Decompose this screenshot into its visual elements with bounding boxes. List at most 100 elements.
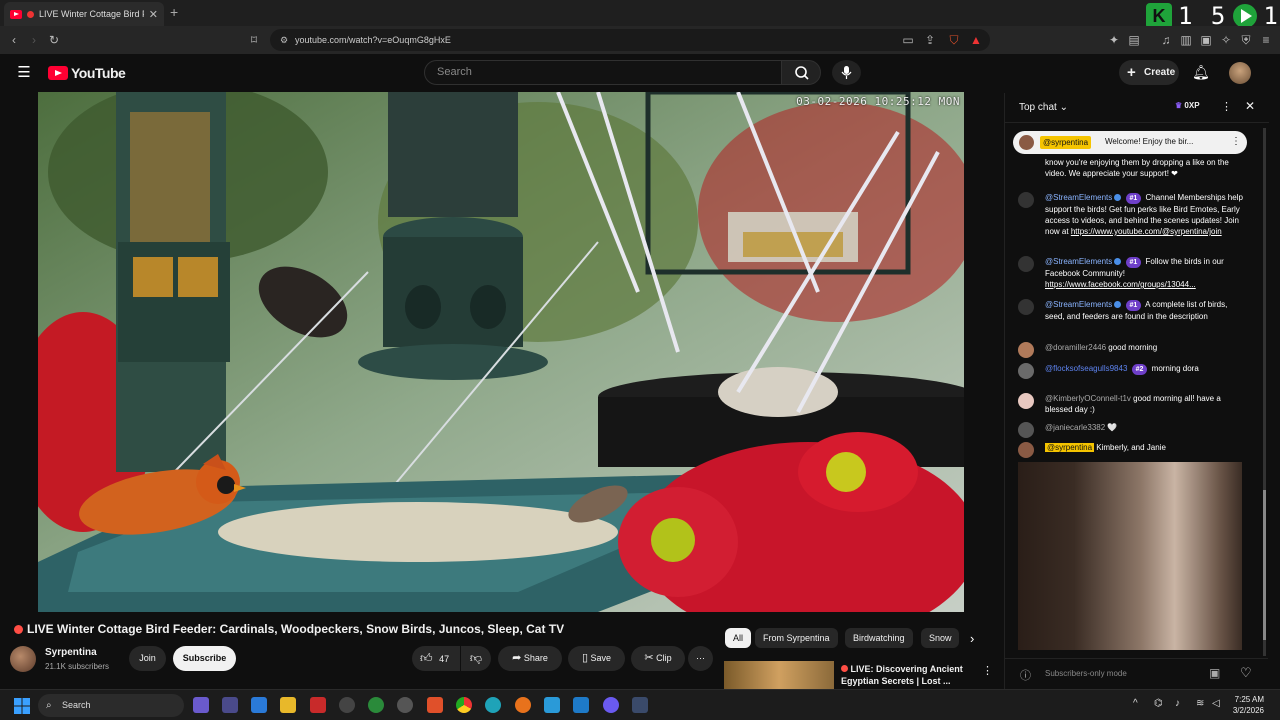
chrome-icon[interactable]: [456, 697, 472, 713]
site-info-icon[interactable]: ⚙: [276, 32, 292, 48]
share-button[interactable]: ➦ Share: [498, 646, 562, 671]
chat-author[interactable]: @janiecarle3382: [1045, 423, 1105, 432]
sidebar-toggle-icon[interactable]: ▤: [1126, 32, 1142, 48]
media-icon[interactable]: ♫: [1158, 32, 1174, 48]
taskbar-app-icon[interactable]: [397, 697, 413, 713]
bookmark-icon[interactable]: ⌑: [246, 32, 262, 48]
chip-from-syrpentina[interactable]: From Syrpentina: [755, 628, 838, 648]
more-actions-button[interactable]: ⋯: [688, 646, 713, 671]
taskbar-search[interactable]: ⌕ Search: [38, 694, 184, 717]
forward-icon[interactable]: ›: [26, 32, 42, 48]
chat-author[interactable]: @StreamElements: [1045, 257, 1112, 266]
recommended-menu-icon[interactable]: ⋮: [982, 664, 993, 677]
chat-link[interactable]: https://www.facebook.com/groups/13044...: [1045, 280, 1196, 289]
chat-message: @flocksofseagulls9843 #2 morning dora: [1018, 363, 1248, 379]
browser-menu-icon[interactable]: ≡: [1258, 32, 1274, 48]
create-label: Create: [1144, 67, 1176, 78]
chat-author[interactable]: @doramiller2446: [1045, 343, 1106, 352]
taskbar-app-icon[interactable]: [544, 697, 560, 713]
back-icon[interactable]: ‹: [6, 32, 22, 48]
discord-icon[interactable]: [603, 697, 619, 713]
chat-menu-icon[interactable]: ⋮: [1221, 100, 1232, 113]
wallet-icon[interactable]: ▣: [1198, 32, 1214, 48]
browser-tab[interactable]: LIVE Winter Cottage Bird F ✕: [4, 2, 164, 26]
close-chat-icon[interactable]: ✕: [1245, 99, 1255, 113]
close-tab-icon[interactable]: ✕: [149, 8, 158, 21]
dislike-button[interactable]: 👎︎: [461, 646, 491, 671]
taskbar-app-icon[interactable]: [368, 697, 384, 713]
taskbar-app-icon[interactable]: [339, 697, 355, 713]
member-badge: #2: [1131, 364, 1148, 375]
tray-volume-icon[interactable]: ◁: [1212, 698, 1220, 709]
address-bar[interactable]: youtube.com/watch?v=eOuqmG8gHxE: [270, 29, 990, 51]
chat-author[interactable]: @StreamElements: [1045, 193, 1112, 202]
heart-icon[interactable]: ♡: [1240, 665, 1252, 681]
notifications-bell-icon[interactable]: 🔔︎: [1192, 64, 1210, 80]
subscribe-button[interactable]: Subscribe: [173, 646, 236, 671]
taskbar-app-icon[interactable]: [222, 697, 238, 713]
chat-author[interactable]: @syrpentina: [1045, 443, 1095, 452]
video-player[interactable]: 03-02-2026 10:25:12 MON: [38, 92, 964, 612]
chat-author[interactable]: @StreamElements: [1045, 300, 1112, 309]
search-button[interactable]: [781, 60, 821, 85]
tray-wifi-icon[interactable]: ≋: [1196, 698, 1204, 709]
chip-all[interactable]: All: [725, 628, 752, 648]
vpn-icon[interactable]: ⛨: [1238, 32, 1254, 48]
taskbar-app-icon[interactable]: [193, 697, 209, 713]
brave-rewards-icon[interactable]: ▲: [968, 32, 984, 48]
taskbar-app-icon[interactable]: [310, 697, 326, 713]
channel-name[interactable]: Syrpentina: [45, 647, 97, 658]
join-button[interactable]: Join: [129, 646, 166, 671]
windows-start-icon[interactable]: [14, 698, 30, 714]
taskbar-clock[interactable]: 7:25 AM 3/2/2026: [1228, 694, 1264, 716]
tray-chevron-up-icon[interactable]: ^: [1133, 698, 1138, 709]
like-button[interactable]: 👍︎ 47: [412, 646, 460, 671]
super-chat-icon[interactable]: ▣: [1209, 666, 1220, 680]
vscode-icon[interactable]: [573, 697, 589, 713]
recommended-thumbnail[interactable]: [724, 661, 834, 689]
browser-toolbar: ‹ › ↻ ⌑ youtube.com/watch?v=eOuqmG8gHxE …: [0, 26, 1280, 54]
leo-ai-icon[interactable]: ✧: [1218, 32, 1234, 48]
chat-link[interactable]: https://www.youtube.com/@syrpentina/join: [1071, 227, 1222, 236]
search-input[interactable]: Search: [424, 60, 782, 85]
chat-mode-dropdown[interactable]: Top chat ⌄: [1019, 102, 1068, 113]
channel-avatar[interactable]: [10, 646, 36, 672]
brave-shield-icon[interactable]: ⛉: [946, 32, 962, 48]
chat-points[interactable]: ♛ 0XP: [1175, 101, 1200, 110]
reading-list-icon[interactable]: ▥: [1178, 32, 1194, 48]
chat-author[interactable]: @flocksofseagulls9843: [1045, 364, 1127, 373]
chat-author[interactable]: @KimberlyOConnell-t1v: [1045, 394, 1131, 403]
tray-mic-icon[interactable]: ♪: [1175, 698, 1180, 709]
extensions-icon[interactable]: ✦: [1106, 32, 1122, 48]
create-button[interactable]: + Create: [1119, 60, 1179, 85]
file-explorer-icon[interactable]: [280, 697, 296, 713]
reload-icon[interactable]: ↻: [46, 32, 62, 48]
cast-icon[interactable]: ▭: [900, 32, 916, 48]
chip-snow[interactable]: Snow: [921, 628, 959, 648]
user-avatar[interactable]: [1229, 62, 1251, 84]
taskbar-app-icon[interactable]: [251, 697, 267, 713]
tray-network-icon[interactable]: ⌬: [1154, 698, 1163, 709]
firefox-icon[interactable]: [515, 697, 531, 713]
info-icon[interactable]: ⓘ: [1020, 667, 1031, 683]
pinned-message[interactable]: @syrpentina Welcome! Enjoy the bir... ⋮: [1013, 131, 1247, 154]
brave-browser-icon[interactable]: [427, 697, 443, 713]
chip-birdwatching[interactable]: Birdwatching: [845, 628, 913, 648]
youtube-logo[interactable]: YouTube: [48, 65, 126, 81]
chat-scroll-thumb[interactable]: [1263, 490, 1266, 640]
clip-button[interactable]: ✂ Clip: [631, 646, 685, 671]
voice-search-button[interactable]: [832, 60, 861, 85]
share-page-icon[interactable]: ⇪: [922, 32, 938, 48]
new-tab-button[interactable]: +: [170, 4, 178, 20]
chat-footer: ⓘ Subscribers-only mode ▣ ♡: [1004, 658, 1268, 688]
save-button[interactable]: ▯ Save: [568, 646, 625, 671]
pinned-menu-icon[interactable]: ⋮: [1231, 136, 1241, 147]
edge-icon[interactable]: [485, 697, 501, 713]
chevron-right-icon[interactable]: ›: [970, 631, 974, 646]
steam-icon[interactable]: [632, 697, 648, 713]
clock-date: 3/2/2026: [1232, 706, 1264, 715]
hamburger-menu-icon[interactable]: ☰: [16, 65, 32, 81]
streamelements-avatar: [1018, 299, 1034, 315]
recommended-title[interactable]: LIVE: Discovering Ancient Egyptian Secre…: [841, 663, 971, 687]
search-icon: [795, 66, 809, 80]
